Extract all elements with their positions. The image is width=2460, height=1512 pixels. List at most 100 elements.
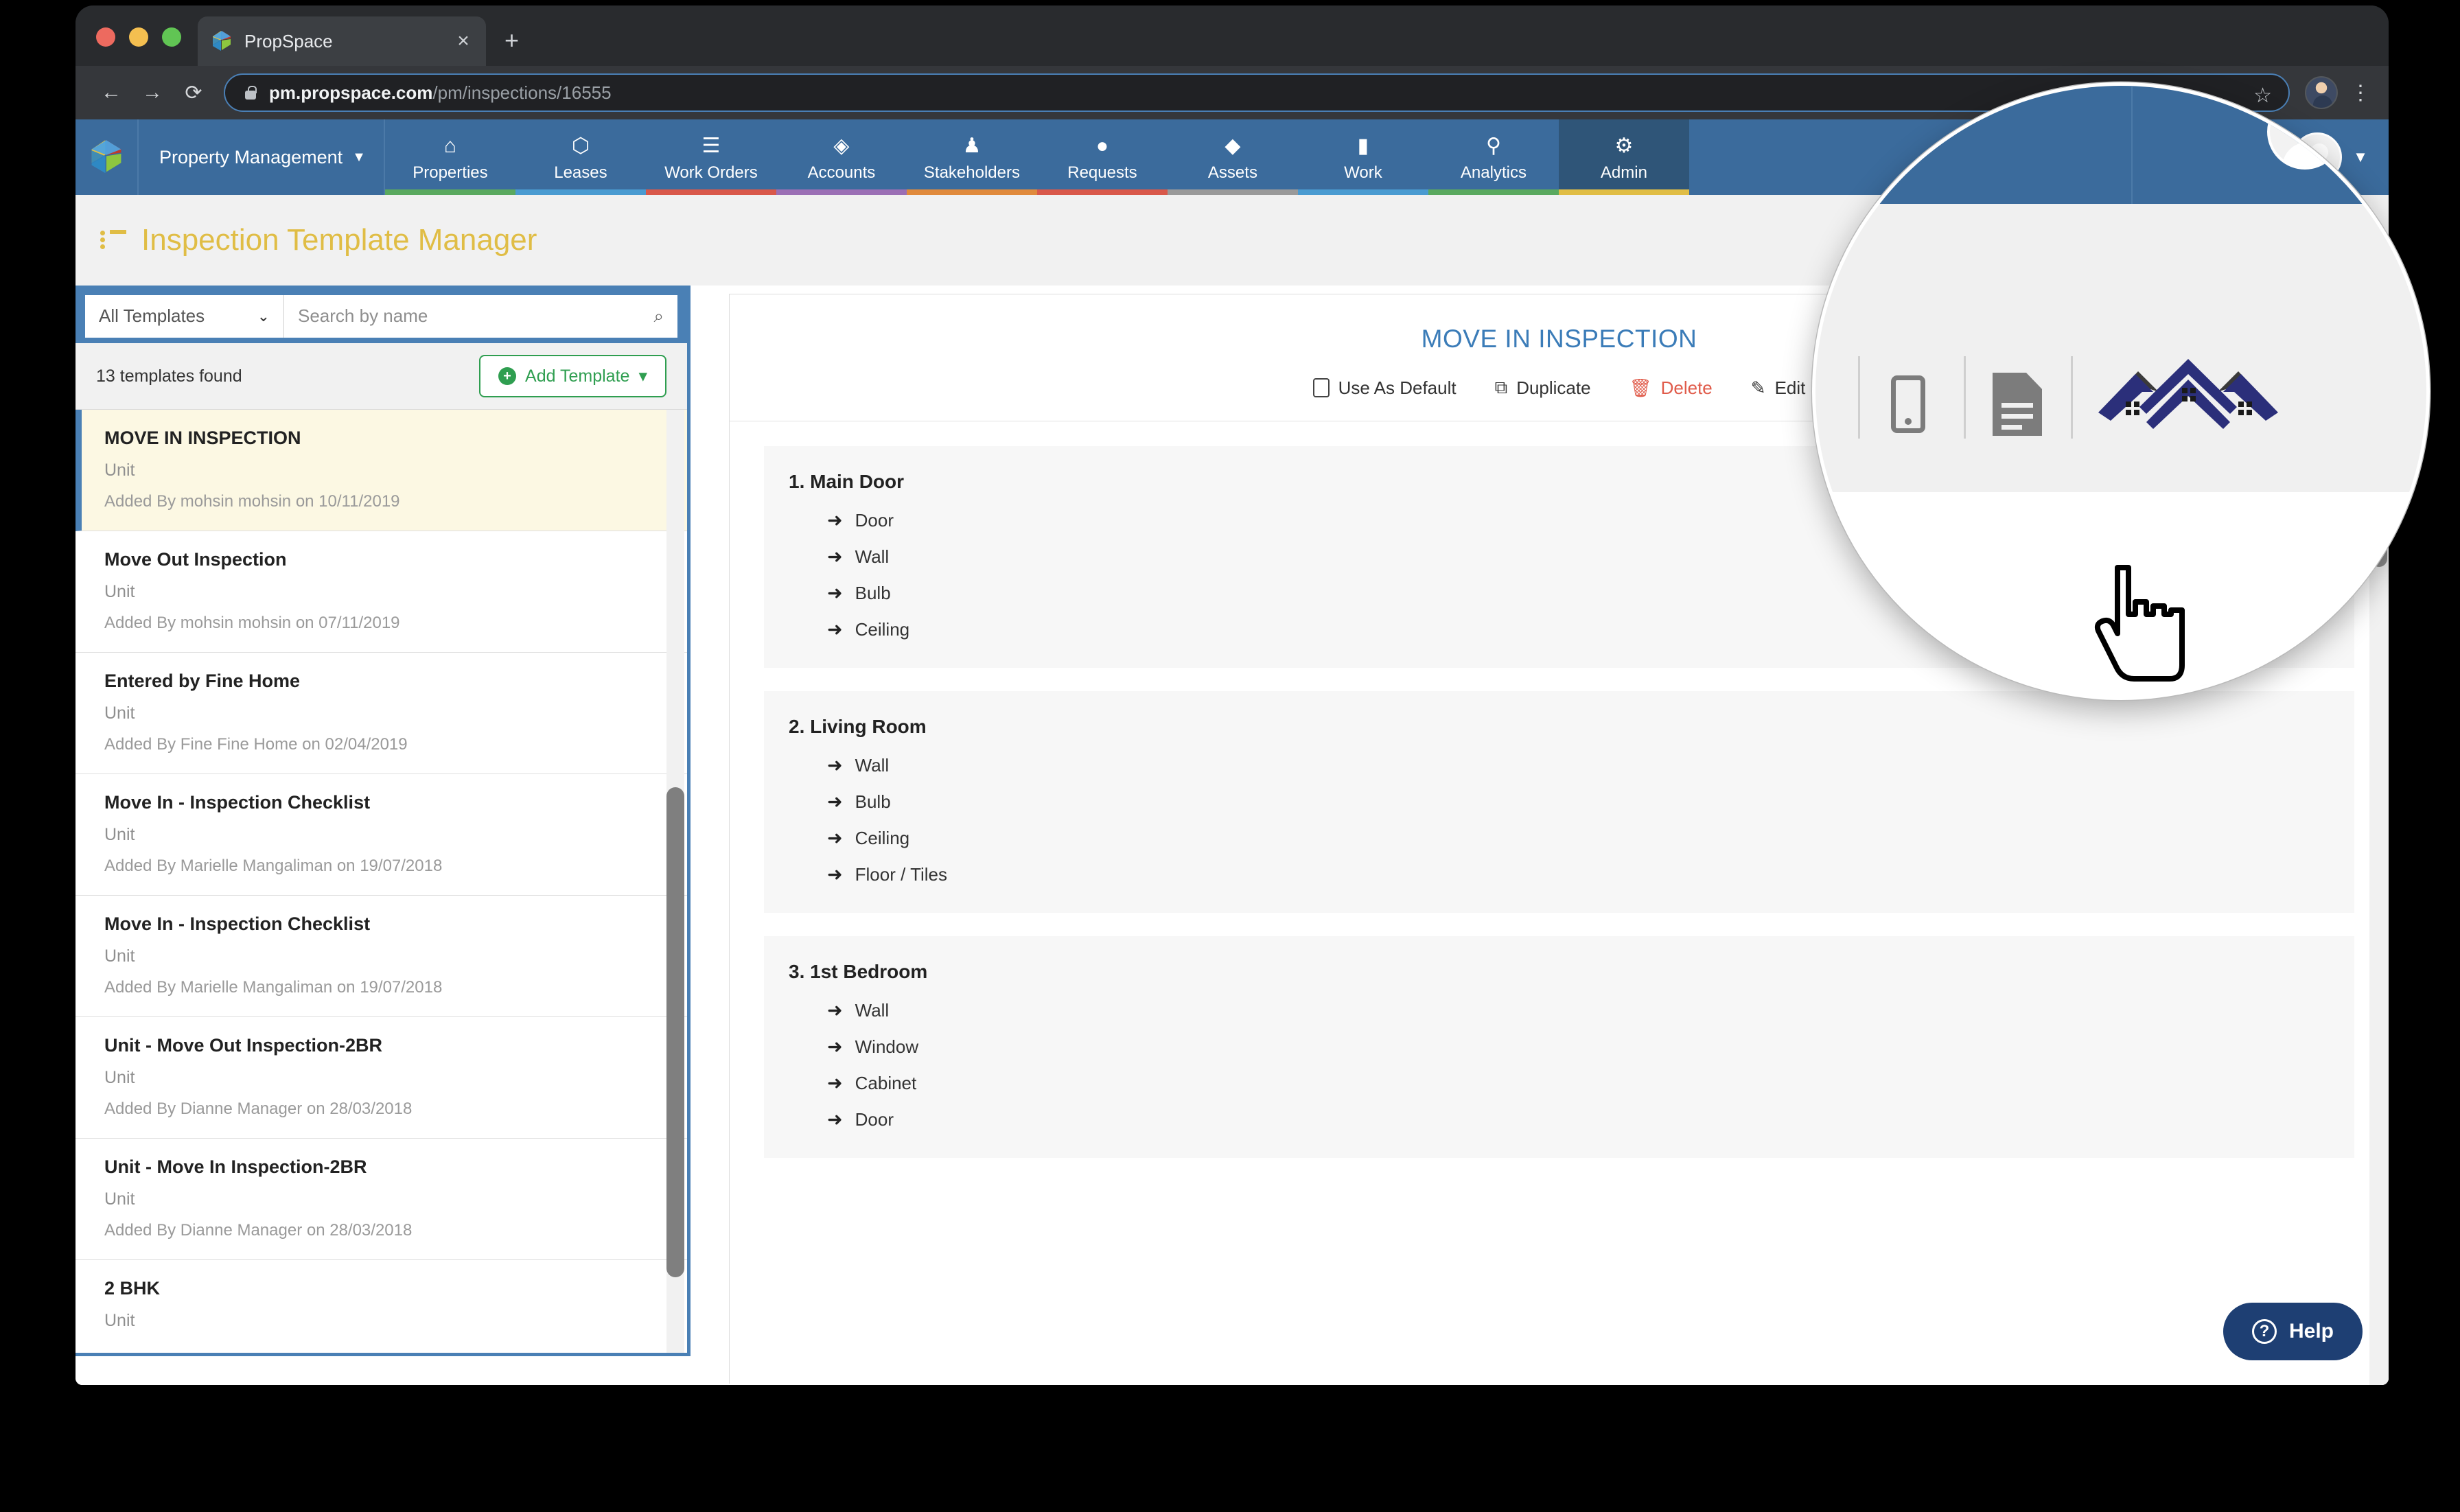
- search-icon[interactable]: ⌕: [653, 305, 664, 327]
- window-maximize-button[interactable]: [162, 27, 181, 47]
- section-title: 3. 1st Bedroom: [789, 961, 928, 982]
- template-type: Unit: [104, 1068, 135, 1088]
- brand-dropdown[interactable]: Property Management ▼: [139, 119, 385, 195]
- brand-label: Property Management: [159, 146, 343, 167]
- divider: [1964, 356, 1966, 439]
- nav-item-label: Accounts: [807, 163, 876, 182]
- nav-item-assets[interactable]: ◆ Assets: [1167, 119, 1298, 195]
- nav-underline: [1428, 189, 1559, 195]
- templates-sidebar: All Templates ⌄ ⌕ 13 templates found + A…: [76, 286, 691, 1356]
- back-button[interactable]: ←: [91, 81, 132, 104]
- arrow-right-icon: ➜: [827, 510, 843, 531]
- inspection-section: 3. 1st Bedroom ➜ Wall ➜ Window ➜ Cabinet ➜ Door: [764, 936, 2354, 1158]
- arrow-right-icon: ➜: [827, 619, 843, 640]
- template-name: MOVE IN INSPECTION: [104, 428, 301, 449]
- action-label: Duplicate: [1516, 377, 1591, 398]
- search-input[interactable]: [298, 305, 654, 327]
- arrow-right-icon: ➜: [827, 1073, 843, 1093]
- sidebar-scrollbar-thumb[interactable]: [666, 787, 684, 1278]
- checkbox-icon[interactable]: [1312, 378, 1330, 397]
- section-title: 2. Living Room: [789, 716, 927, 737]
- document-icon[interactable]: [1993, 373, 2042, 436]
- window-close-button[interactable]: [96, 27, 115, 47]
- delete-icon: 🗑: [1629, 377, 1652, 398]
- nav-item-work-orders[interactable]: ☰ Work Orders: [645, 119, 776, 195]
- template-list-item[interactable]: MOVE IN INSPECTION Unit Added By mohsin mo…: [76, 410, 687, 532]
- reload-button[interactable]: ⟳: [173, 81, 214, 105]
- nav-item-admin[interactable]: ⚙ Admin: [1558, 119, 1689, 195]
- template-list-item[interactable]: Move Out Inspection Unit Added By mohsin m…: [76, 531, 687, 653]
- action-use-as-default[interactable]: Use As Default: [1312, 377, 1457, 399]
- arrow-right-icon: ➜: [827, 755, 843, 776]
- arrow-right-icon: ➜: [827, 828, 843, 848]
- template-list-item[interactable]: Entered by Fine Home Unit Added By Fine Fi…: [76, 653, 687, 775]
- magnified-toolbar-row: Custom Fields: [1815, 204, 2426, 686]
- chevron-down-icon: ▼: [352, 149, 366, 165]
- admin-icon: ⚙: [1614, 135, 1634, 157]
- window-minimize-button[interactable]: [129, 27, 148, 47]
- propspace-logo-icon[interactable]: [76, 119, 139, 195]
- nav-item-stakeholders[interactable]: ♟ Stakeholders: [906, 119, 1037, 195]
- divider: [2071, 356, 2073, 439]
- template-added-by: Added By mohsin mohsin on 07/11/2019: [104, 614, 400, 633]
- action-label: Use As Default: [1338, 377, 1457, 398]
- nav-underline: [1558, 189, 1689, 195]
- template-filter-select[interactable]: All Templates ⌄: [85, 294, 284, 338]
- hand-cursor-icon: [2082, 559, 2198, 697]
- nav-underline: [1297, 189, 1428, 195]
- template-list-item[interactable]: Move In - Inspection Checklist Unit Added …: [76, 774, 687, 896]
- arrow-right-icon: ➜: [827, 791, 843, 812]
- arrow-right-icon: ➜: [827, 864, 843, 885]
- tab-close-icon[interactable]: ×: [453, 31, 474, 51]
- template-list-item[interactable]: 2 BHK Unit: [76, 1260, 687, 1353]
- forward-button[interactable]: →: [132, 81, 173, 104]
- nav-underline: [645, 189, 776, 195]
- templates-list[interactable]: MOVE IN INSPECTION Unit Added By mohsin mo…: [76, 410, 687, 1353]
- help-button[interactable]: ? Help: [2223, 1303, 2363, 1360]
- nav-item-leases[interactable]: ⬡ Leases: [515, 119, 646, 195]
- nav-underline: [515, 189, 646, 195]
- template-list-item[interactable]: Move In - Inspection Checklist Unit Added …: [76, 896, 687, 1018]
- section-item: ➜ Cabinet: [764, 1073, 2354, 1094]
- section-item-label: Door: [855, 510, 894, 531]
- add-template-button[interactable]: + Add Template ▾: [479, 355, 666, 398]
- add-template-label: Add Template: [525, 366, 630, 386]
- inspection-section: 2. Living Room ➜ Wall ➜ Bulb ➜ Ceiling ➜ Floor /…: [764, 691, 2354, 913]
- nav-item-requests[interactable]: ● Requests: [1036, 119, 1168, 195]
- sidebar-list-header: 13 templates found + Add Template ▾: [76, 343, 687, 410]
- new-tab-button[interactable]: +: [504, 28, 519, 53]
- nav-item-accounts[interactable]: ◈ Accounts: [776, 119, 907, 195]
- magnified-user-avatar[interactable]: [2267, 94, 2343, 170]
- nav-item-work[interactable]: ▮ Work: [1297, 119, 1428, 195]
- nav-item-analytics[interactable]: ⚲ Analytics: [1428, 119, 1559, 195]
- template-list-item[interactable]: Unit - Move Out Inspection-2BR Unit Added …: [76, 1017, 687, 1139]
- template-added-by: Added By mohsin mohsin on 10/11/2019: [104, 492, 400, 511]
- mobile-icon[interactable]: [1891, 375, 1925, 433]
- browser-tab[interactable]: PropSpace ×: [198, 16, 486, 66]
- template-list-item[interactable]: Unit - Move In Inspection-2BR Unit Added B…: [76, 1139, 687, 1261]
- action-label: Edit: [1774, 377, 1806, 398]
- edit-icon: ✎: [1750, 377, 1766, 398]
- nav-item-label: Assets: [1207, 163, 1257, 182]
- section-item-label: Bulb: [855, 583, 891, 603]
- sidebar-filter-bar: All Templates ⌄ ⌕: [76, 289, 687, 344]
- search-box[interactable]: ⌕: [284, 294, 677, 338]
- action-edit[interactable]: ✎ Edit: [1751, 377, 1806, 399]
- nav-underline: [906, 189, 1037, 195]
- template-type: Unit: [104, 461, 135, 480]
- action-duplicate[interactable]: ⧉ Duplicate: [1495, 377, 1591, 399]
- action-delete[interactable]: 🗑 Delete: [1629, 377, 1713, 399]
- section-item-label: Wall: [855, 546, 890, 567]
- browser-tab-title: PropSpace: [244, 30, 333, 51]
- url-path: /pm/inspections/16555: [432, 82, 612, 103]
- nav-underline: [1036, 189, 1168, 195]
- url-domain: pm.propspace.com: [269, 82, 433, 103]
- propspace-favicon-icon: [210, 30, 233, 53]
- template-added-by: Added By Fine Fine Home on 02/04/2019: [104, 735, 408, 754]
- nav-item-properties[interactable]: ⌂ Properties: [384, 119, 515, 195]
- templates-list-inner: MOVE IN INSPECTION Unit Added By mohsin mo…: [76, 410, 687, 1353]
- template-added-by: Added By Marielle Mangaliman on 19/07/20…: [104, 978, 443, 997]
- magnified-nav-band: [1815, 86, 2426, 204]
- nav-item-label: Properties: [413, 163, 488, 182]
- divider: [1858, 356, 1860, 439]
